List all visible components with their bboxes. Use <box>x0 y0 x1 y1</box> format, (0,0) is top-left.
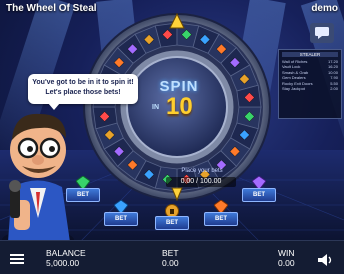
speech-line-1: You've got to be in it to spin it! <box>32 79 134 86</box>
bet-value: 0.00 <box>162 258 179 268</box>
countdown-number: 10 <box>166 93 193 120</box>
chat-icon <box>315 27 329 39</box>
bet-button[interactable]: BET <box>242 188 276 202</box>
chat-button[interactable] <box>310 23 334 43</box>
paytable-row: Stay Jackpot 2.00 <box>282 86 338 92</box>
paytable-header: STEALER <box>282 52 338 57</box>
win-value: 0.00 <box>278 258 295 268</box>
place-bets-prompt: Place your bets <box>181 168 223 174</box>
bet-button[interactable]: BET <box>104 212 138 226</box>
bet-spot-green[interactable]: BET <box>66 176 100 204</box>
mode-label: demo <box>311 2 338 14</box>
bet-label: BET <box>162 248 179 258</box>
host-character <box>2 113 74 242</box>
host-speech-bubble: You've got to be in it to spin it! Let's… <box>28 74 138 110</box>
bet-button[interactable]: BET <box>155 216 189 230</box>
bet-button[interactable]: BET <box>66 188 100 202</box>
speech-line-2: Let's place those bets! <box>45 89 121 96</box>
bet-amount-display: 0.00 / 100.00 <box>166 177 236 187</box>
balance-display: BALANCE 5,000.00 <box>46 248 86 268</box>
menu-icon[interactable] <box>10 254 24 264</box>
speaker-icon[interactable] <box>318 254 334 266</box>
balance-label: BALANCE <box>46 248 86 258</box>
bet-button[interactable]: BET <box>204 212 238 226</box>
game-stage: The Wheel Of Steal demo STEALER Wall of … <box>0 0 344 274</box>
paytable-panel: STEALER Wall of Riches 17.20 Vault Lock 16… <box>278 49 342 119</box>
bet-spot-purple[interactable]: BET <box>242 176 276 204</box>
bet-spot-lock[interactable]: BET <box>155 204 189 232</box>
bet-display: BET 0.00 <box>162 248 179 268</box>
balance-value: 5,000.00 <box>46 258 80 268</box>
win-label: WIN <box>278 248 295 258</box>
win-display: WIN 0.00 <box>278 248 295 268</box>
bet-spot-blue[interactable]: BET <box>104 200 138 228</box>
in-text: IN <box>152 104 159 111</box>
bottom-bar: BALANCE 5,000.00 BET 0.00 WIN 0.00 <box>0 240 344 274</box>
spin-countdown: SPIN IN 10 <box>144 78 214 120</box>
bet-spot-orange[interactable]: BET <box>204 200 238 228</box>
